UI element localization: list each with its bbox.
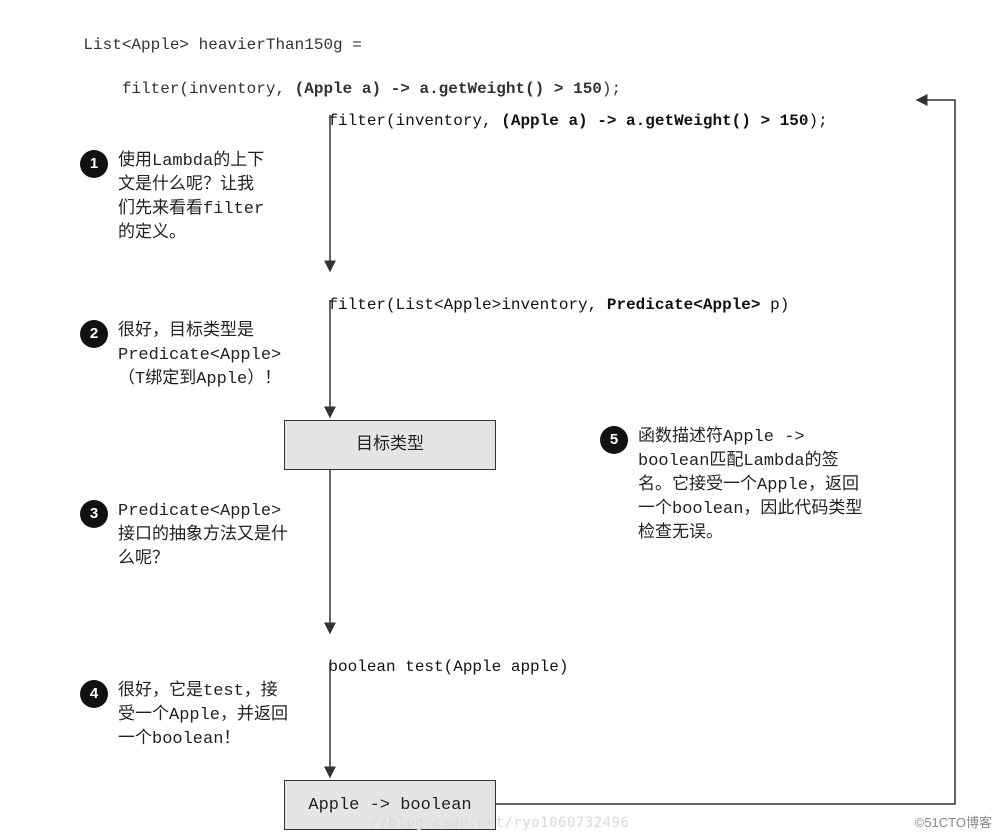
step-4: 4 很好，它是test，接受一个Apple，并返回一个boolean！ (80, 680, 290, 752)
attribution-text: ©51CTO博客 (915, 812, 992, 831)
step-3-badge: 3 (80, 500, 108, 528)
step-1: 1 使用Lambda的上下文是什么呢？让我们先来看看filter的定义。 (80, 150, 270, 246)
step-1-badge: 1 (80, 150, 108, 178)
step-5: 5 函数描述符Apple -> boolean匹配Lambda的签名。它接受一个… (600, 426, 870, 546)
step-2-text: 很好，目标类型是Predicate<Apple>（T绑定到Apple）！ (118, 320, 300, 392)
flow-top-call: filter(inventory, (Apple a) -> a.getWeig… (290, 94, 828, 148)
flow-test-signature: boolean test(Apple apple) (290, 640, 568, 694)
step-1-text: 使用Lambda的上下文是什么呢？让我们先来看看filter的定义。 (118, 150, 270, 246)
watermark-text: //blog.csdn.net/ryo1060732496 (0, 815, 1000, 831)
flow-filter-signature: filter(List<Apple>inventory, Predicate<A… (290, 278, 789, 332)
step-2-badge: 2 (80, 320, 108, 348)
step-4-badge: 4 (80, 680, 108, 708)
code-line-2-pre: filter(inventory, (83, 80, 294, 98)
box-target-type: 目标类型 (284, 420, 496, 470)
code-line-1: List<Apple> heavierThan150g = (83, 36, 361, 54)
step-3: 3 Predicate<Apple>接口的抽象方法又是什么呢？ (80, 500, 290, 572)
step-5-text: 函数描述符Apple -> boolean匹配Lambda的签名。它接受一个Ap… (638, 426, 870, 546)
step-4-text: 很好，它是test，接受一个Apple，并返回一个boolean！ (118, 680, 290, 752)
step-2: 2 很好，目标类型是Predicate<Apple>（T绑定到Apple）！ (80, 320, 300, 392)
step-5-badge: 5 (600, 426, 628, 454)
diagram-canvas: List<Apple> heavierThan150g = filter(inv… (0, 0, 1000, 839)
step-3-text: Predicate<Apple>接口的抽象方法又是什么呢？ (118, 500, 290, 572)
